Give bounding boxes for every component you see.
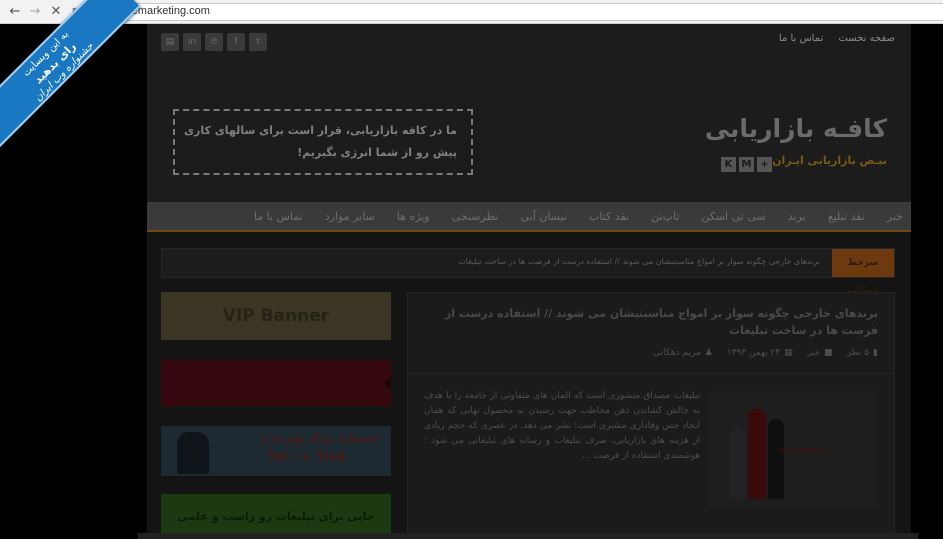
twitter-icon[interactable]: t [249, 33, 267, 51]
figure-image [177, 432, 209, 474]
user-icon: ♟ [704, 348, 713, 358]
post-category[interactable]: ■خبر [807, 348, 833, 358]
close-icon[interactable]: ✕ [47, 3, 65, 21]
menu-item-news[interactable]: خبر [887, 210, 903, 223]
facebook-icon[interactable]: f [227, 33, 245, 51]
site-header: صفحه نخست تماس با ما ▤ in ℗ f t ما در کا… [147, 24, 911, 202]
ticker-label: سرخط مطالب [832, 249, 894, 296]
main-content: سرخط مطالب برندهای خارجی چگونه سوار بر ا… [147, 232, 911, 539]
folder-icon: ■ [823, 348, 833, 358]
bottle-1 [730, 429, 746, 499]
taskbar-strip [138, 533, 918, 539]
pinterest-icon[interactable]: ℗ [205, 33, 223, 51]
festival-title: جشنواره بزرگ نوین‌چرم [261, 433, 381, 444]
bottle-2 [748, 409, 766, 499]
post-excerpt: تبلیغات مصداق منشوری است که المان های مت… [424, 391, 700, 461]
post-meta: ♟مریم دهکانی ▦۲۴ بهمن ۱۳۹۳ ■خبر ▮۵ نظر [639, 348, 878, 358]
menu-item-specials[interactable]: ویژه ها [397, 210, 430, 223]
comment-icon: ▮ [873, 348, 878, 358]
festival-banner[interactable]: جشنواره بزرگ نوین‌چرم %۱۵ + %۲۰ [161, 426, 391, 476]
post-title[interactable]: برندهای خارجی چگونه سوار بر امواج مناسبت… [418, 305, 878, 339]
bottle-3 [768, 419, 784, 499]
menu-item-nissan[interactable]: نیسان آبی [521, 210, 567, 223]
top-links: صفحه نخست تماس با ما [767, 33, 895, 44]
calendar-icon: ▦ [784, 348, 793, 358]
logo-box-plus: + [757, 157, 772, 172]
browser-toolbar: ← → ✕ ▦ i kafemarketing.com [0, 0, 943, 24]
menu-item-contact[interactable]: تماس با ما [254, 210, 303, 223]
menu-item-book-review[interactable]: نقد کتاب [589, 210, 629, 223]
logo-box-k: K [721, 157, 736, 172]
post-author[interactable]: ♟مریم دهکانی [653, 348, 713, 358]
post-image[interactable]: open happiness [708, 391, 878, 507]
menu-item-ct-scan[interactable]: سی تی اسکن [701, 210, 765, 223]
menu-item-poll[interactable]: نظرسنجی [452, 210, 499, 223]
site-container: صفحه نخست تماس با ما ▤ in ℗ f t ما در کا… [147, 24, 911, 539]
top-link-contact[interactable]: تماس با ما [779, 33, 823, 44]
menu-item-top-ten[interactable]: تاپ‌تن [651, 210, 679, 223]
logo-box-m: M [739, 157, 754, 172]
vip-banner[interactable]: VIP Banner [161, 292, 391, 340]
slogan-box: ما در کافه بازاریابی، قرار است برای ساله… [173, 109, 473, 175]
logo-title[interactable]: کافـه بازاریابی [705, 114, 887, 143]
post-card: برندهای خارجی چگونه سوار بر امواج مناسبت… [407, 292, 895, 539]
post-date: ▦۲۴ بهمن ۱۳۹۳ [726, 348, 793, 358]
image-caption: open happiness [778, 447, 828, 454]
logo-boxes: K M + [721, 157, 772, 172]
menu-item-other[interactable]: سایر موارد [325, 210, 375, 223]
ticker-text[interactable]: برندهای خارجی چگونه سوار بر امواج مناسبت… [458, 257, 820, 266]
post-comments[interactable]: ▮۵ نظر [846, 348, 878, 358]
rss-icon[interactable]: ▤ [161, 33, 179, 51]
address-bar[interactable]: i kafemarketing.com [92, 3, 943, 21]
news-ticker: سرخط مطالب برندهای خارجی چگونه سوار بر ا… [161, 248, 895, 296]
post-divider [408, 373, 894, 374]
menu-item-ad-review[interactable]: نقد تبلیغ [828, 210, 865, 223]
linkedin-icon[interactable]: in [183, 33, 201, 51]
red-banner[interactable] [161, 360, 391, 406]
top-link-home[interactable]: صفحه نخست [838, 33, 895, 44]
main-menu: خبر نقد تبلیغ برند سی تی اسکن تاپ‌تن نقد… [147, 202, 911, 232]
back-arrow-icon[interactable]: ← [6, 3, 24, 21]
menu-item-brand[interactable]: برند [788, 210, 806, 223]
festival-promo: %۱۵ + %۲۰ [267, 450, 345, 465]
forward-arrow-icon[interactable]: → [26, 3, 44, 21]
social-icons: ▤ in ℗ f t [161, 33, 267, 51]
logo-subtitle: نبـض بازاریابی ایـران [772, 154, 887, 167]
banner-arrow-icon [384, 376, 391, 390]
